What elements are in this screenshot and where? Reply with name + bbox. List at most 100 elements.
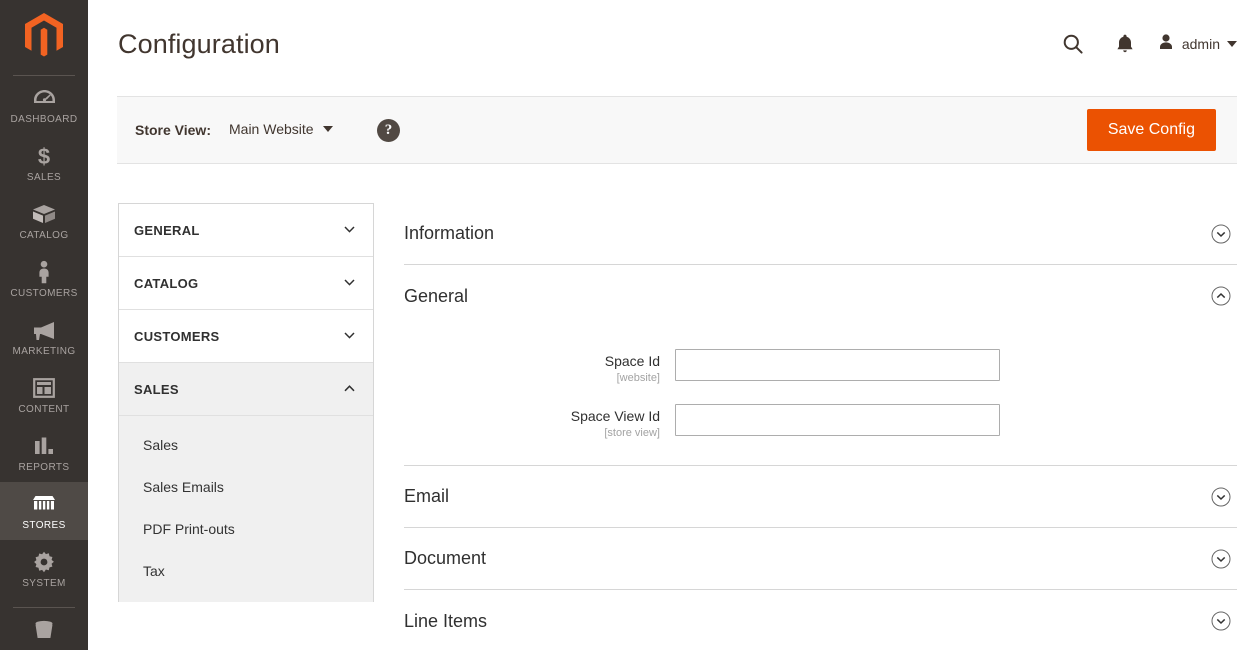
notifications-button[interactable] xyxy=(1099,30,1151,58)
admin-user-menu[interactable]: admin xyxy=(1151,33,1237,56)
accordion-section-document: Document xyxy=(404,528,1237,590)
sidebar-item-label: CUSTOMERS xyxy=(2,288,86,299)
circle-chevron-down-icon[interactable] xyxy=(1211,611,1231,631)
field-input-col xyxy=(675,349,1237,381)
dashboard-icon xyxy=(2,86,86,110)
chevron-down-icon xyxy=(323,126,333,132)
config-nav-item-sales-emails[interactable]: Sales Emails xyxy=(119,466,373,508)
config-nav-section-customers[interactable]: CUSTOMERS xyxy=(119,310,373,363)
field-input-col xyxy=(675,404,1237,436)
config-nav-section-title: GENERAL xyxy=(119,223,200,238)
circle-chevron-down-icon[interactable] xyxy=(1211,487,1231,507)
question-mark-icon[interactable]: ? xyxy=(377,119,400,142)
bar-chart-icon xyxy=(2,434,86,458)
chevron-down-icon xyxy=(344,226,355,233)
box-icon xyxy=(2,202,86,226)
accordion-section-general: General Space Id [website] xyxy=(404,265,1237,466)
config-nav-sales-sublist: Sales Sales Emails PDF Print-outs Tax xyxy=(119,416,373,602)
sidebar-item-label: CONTENT xyxy=(2,404,86,415)
accordion-header-general[interactable]: General xyxy=(404,265,1237,327)
field-scope: [website] xyxy=(404,371,660,386)
config-nav-section-title: CUSTOMERS xyxy=(119,329,220,344)
field-row-space-view-id: Space View Id [store view] xyxy=(404,404,1237,441)
bucket-icon xyxy=(2,617,86,641)
field-label-col: Space Id [website] xyxy=(404,349,675,386)
sidebar-item-reports[interactable]: REPORTS xyxy=(0,424,88,482)
space-view-id-input[interactable] xyxy=(675,404,1000,436)
sidebar-item-dashboard[interactable]: DASHBOARD xyxy=(0,76,88,134)
accordion-header-line-items[interactable]: Line Items xyxy=(404,590,1237,650)
search-icon xyxy=(1062,33,1084,55)
storefront-icon xyxy=(2,492,86,516)
bell-icon xyxy=(1115,33,1135,55)
config-nav-section-title: CATALOG xyxy=(119,276,198,291)
store-view-label: Store View: xyxy=(135,122,211,138)
accordion-section-email: Email xyxy=(404,466,1237,528)
sidebar-item-stores[interactable]: STORES xyxy=(0,482,88,540)
chevron-down-icon xyxy=(1227,41,1237,47)
circle-chevron-down-icon[interactable] xyxy=(1211,549,1231,569)
dollar-sign-icon: $ xyxy=(2,144,86,168)
admin-username: admin xyxy=(1182,36,1220,52)
sidebar-item-label: SYSTEM xyxy=(2,578,86,589)
header-actions: admin xyxy=(1047,30,1237,58)
magento-logo-icon[interactable] xyxy=(0,0,88,66)
sidebar-item-label: CATALOG xyxy=(2,230,86,241)
sidebar-item-label: SALES xyxy=(2,172,86,183)
sidebar-item-customers[interactable]: CUSTOMERS xyxy=(0,250,88,308)
field-scope: [store view] xyxy=(404,426,660,441)
config-nav-section-sales[interactable]: SALES xyxy=(119,363,373,416)
person-icon xyxy=(2,260,86,284)
admin-configuration-page: DASHBOARD $ SALES CATALOG CUSTOMERS xyxy=(0,0,1260,650)
store-view-selected-value: Main Website xyxy=(229,121,314,137)
page-title: Configuration xyxy=(118,29,280,60)
configuration-content: Information General Space Id [website] xyxy=(404,203,1237,650)
config-nav-section-catalog[interactable]: CATALOG xyxy=(119,257,373,310)
store-view-bar: Store View: Main Website ? Save Config xyxy=(117,96,1237,164)
config-nav-item-sales[interactable]: Sales xyxy=(119,424,373,466)
accordion-header-document[interactable]: Document xyxy=(404,528,1237,590)
page-header: Configuration admin xyxy=(88,0,1260,88)
store-view-select[interactable]: Main Website xyxy=(229,121,333,137)
sidebar-item-label: REPORTS xyxy=(2,462,86,473)
field-row-space-id: Space Id [website] xyxy=(404,349,1237,386)
layout-icon xyxy=(2,376,86,400)
svg-text:$: $ xyxy=(38,144,50,168)
config-nav-item-pdf-print-outs[interactable]: PDF Print-outs xyxy=(119,508,373,550)
accordion-section-line-items: Line Items xyxy=(404,590,1237,650)
configuration-nav: GENERAL CATALOG CUSTOMERS SALES Sales xyxy=(118,203,374,602)
sidebar-item-content[interactable]: CONTENT xyxy=(0,366,88,424)
chevron-up-icon xyxy=(344,385,355,392)
circle-chevron-up-icon[interactable] xyxy=(1211,286,1231,306)
gear-icon xyxy=(2,550,86,574)
chevron-down-icon xyxy=(344,279,355,286)
accordion-header-email[interactable]: Email xyxy=(404,466,1237,528)
sidebar-item-sales[interactable]: $ SALES xyxy=(0,134,88,192)
sidebar-item-marketing[interactable]: MARKETING xyxy=(0,308,88,366)
user-avatar-icon xyxy=(1157,33,1175,56)
accordion-title: Email xyxy=(404,486,449,507)
save-config-button[interactable]: Save Config xyxy=(1087,109,1216,151)
space-id-input[interactable] xyxy=(675,349,1000,381)
accordion-title: General xyxy=(404,286,468,307)
sidebar-item-label: DASHBOARD xyxy=(2,114,86,125)
accordion-body-general: Space Id [website] Space View Id [store … xyxy=(404,327,1237,466)
accordion-section-information: Information xyxy=(404,203,1237,265)
config-nav-item-tax[interactable]: Tax xyxy=(119,550,373,592)
sidebar-item-catalog[interactable]: CATALOG xyxy=(0,192,88,250)
accordion-title: Information xyxy=(404,223,494,244)
accordion-header-information[interactable]: Information xyxy=(404,203,1237,265)
field-label: Space View Id xyxy=(404,408,660,425)
sidebar-item-system[interactable]: SYSTEM xyxy=(0,540,88,598)
accordion-title: Line Items xyxy=(404,611,487,632)
megaphone-icon xyxy=(2,318,86,342)
field-label: Space Id xyxy=(404,353,660,370)
circle-chevron-down-icon[interactable] xyxy=(1211,224,1231,244)
config-nav-section-title: SALES xyxy=(119,382,179,397)
accordion-title: Document xyxy=(404,548,486,569)
sidebar-item-partial[interactable] xyxy=(0,608,88,650)
config-nav-section-general[interactable]: GENERAL xyxy=(119,204,373,257)
search-button[interactable] xyxy=(1047,30,1099,58)
sidebar-item-label: STORES xyxy=(2,520,86,531)
field-label-col: Space View Id [store view] xyxy=(404,404,675,441)
